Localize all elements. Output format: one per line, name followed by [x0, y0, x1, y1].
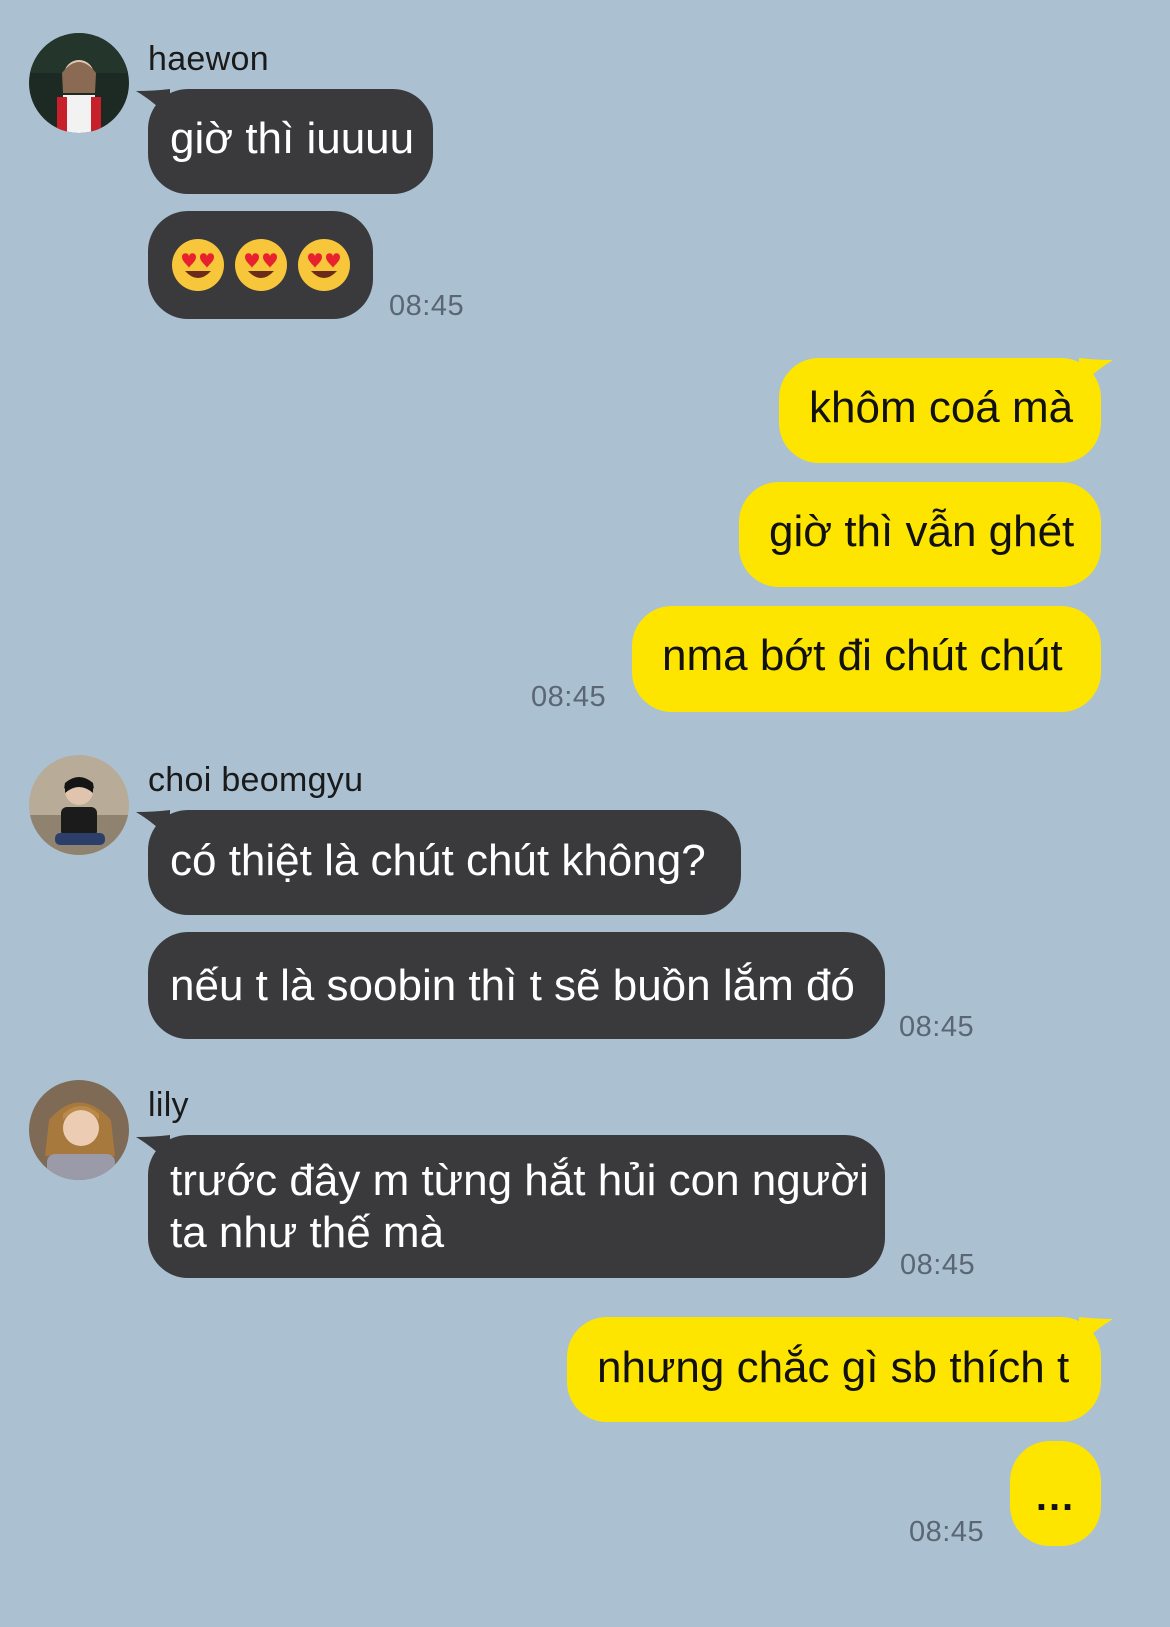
message-bubble-incoming[interactable]: trước đây m từng hắt hủi con người ta nh…: [136, 1135, 885, 1278]
message-timestamp: 08:45: [531, 681, 607, 713]
avatar-lily-photo: [29, 1080, 129, 1180]
message-bubble-incoming[interactable]: có thiệt là chút chút không?: [136, 810, 741, 915]
bubble-tail: [1079, 358, 1113, 388]
message-timestamp: 08:45: [900, 1249, 976, 1281]
message-text: nhưng chắc gì sb thích t: [597, 1343, 1070, 1392]
heart-eyes-emoji-icon: [296, 237, 352, 293]
avatar-haewon[interactable]: [29, 33, 129, 133]
sender-name: lily: [148, 1086, 189, 1124]
message-emoji-row: [170, 238, 359, 292]
message-timestamp: 08:45: [389, 290, 465, 322]
message-bubble-outgoing[interactable]: nhưng chắc gì sb thích t: [567, 1317, 1113, 1422]
sender-name: choi beomgyu: [148, 761, 364, 799]
avatar-haewon-photo: [29, 33, 129, 133]
bubble-tail: [136, 810, 170, 840]
message-text: giờ thì iuuuu: [170, 114, 415, 163]
heart-eyes-emoji-icon: [170, 237, 226, 293]
message-timestamp: 08:45: [909, 1516, 985, 1548]
sender-name: haewon: [148, 40, 269, 78]
message-bubble-outgoing[interactable]: khôm coá mà: [779, 358, 1113, 463]
heart-eyes-emoji-icon: [233, 237, 289, 293]
message-text: ...: [1035, 1475, 1076, 1519]
avatar-choi-beomgyu-photo: [29, 755, 129, 855]
message-text-line: ta như thế mà: [170, 1208, 445, 1257]
avatar-choi-beomgyu[interactable]: [29, 755, 129, 855]
message-text: nma bớt đi chút chút: [662, 631, 1063, 680]
message-text: nếu t là soobin thì t sẽ buồn lắm đó: [170, 961, 855, 1010]
message-bubble-incoming[interactable]: nếu t là soobin thì t sẽ buồn lắm đó: [148, 932, 885, 1039]
message-text-line: trước đây m từng hắt hủi con người: [170, 1156, 869, 1205]
message-bubble-outgoing[interactable]: giờ thì vẫn ghét: [739, 482, 1101, 587]
message-bubble-outgoing[interactable]: nma bớt đi chút chút: [632, 606, 1101, 712]
message-timestamp: 08:45: [899, 1011, 975, 1043]
bubble-tail: [136, 89, 170, 119]
message-text: giờ thì vẫn ghét: [769, 507, 1075, 556]
avatar-lily[interactable]: [29, 1080, 129, 1180]
message-bubble-incoming[interactable]: 😍😍😍: [148, 211, 373, 319]
message-text: có thiệt là chút chút không?: [170, 836, 706, 885]
message-bubble-incoming[interactable]: giờ thì iuuuu: [136, 89, 433, 194]
message-text: khôm coá mà: [809, 383, 1074, 432]
message-bubble-outgoing[interactable]: ...: [1010, 1441, 1101, 1546]
bubble-tail: [136, 1135, 170, 1165]
bubble-tail: [1079, 1317, 1113, 1347]
